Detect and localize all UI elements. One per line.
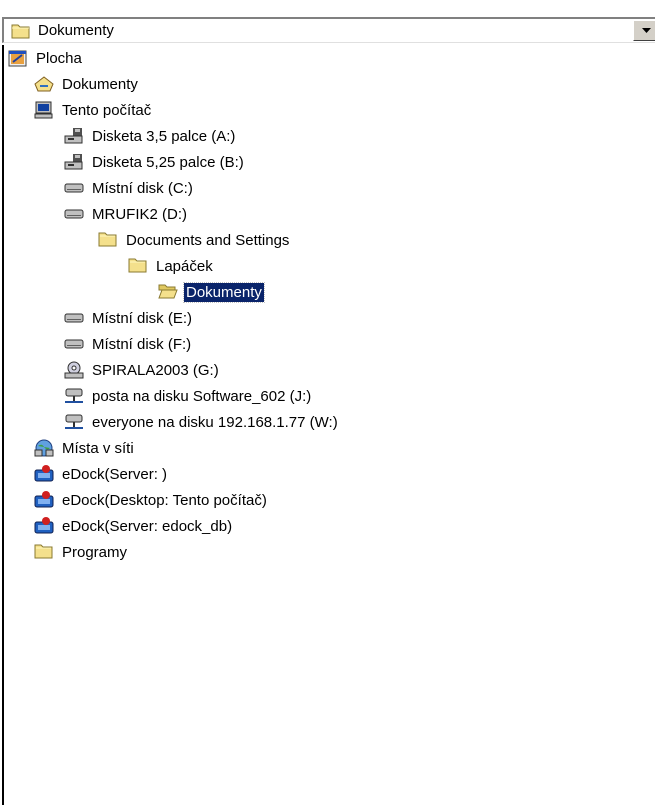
list-item-network-w[interactable]: everyone na disku 192.168.1.77 (W:) [64,409,340,435]
list-item-tento-pocitac[interactable]: Tento počítač [34,97,153,123]
hard-disk-icon [64,204,84,224]
list-item-disketa-b[interactable]: Disketa 5,25 palce (B:) [64,149,246,175]
item-label: everyone na disku 192.168.1.77 (W:) [92,413,338,431]
item-label: Lapáček [156,257,213,275]
my-documents-icon [34,74,54,94]
list-item-programy[interactable]: Programy [34,539,129,565]
list-item-dokumenty-selected[interactable]: Dokumenty [158,279,265,305]
list-item-disk-c[interactable]: Místní disk (C:) [64,175,195,201]
item-label: Disketa 5,25 palce (B:) [92,153,244,171]
edock-icon [34,516,54,536]
folder-dropdown-list: Plocha Dokumenty Tento počítač Disketa 3… [2,45,655,805]
list-item-edock-server[interactable]: eDock(Server: ) [34,461,169,487]
chevron-down-icon [642,28,651,33]
item-label: posta na disku Software_602 (J:) [92,387,312,405]
list-item-edock-db[interactable]: eDock(Server: edock_db) [34,513,234,539]
item-label: Místní disk (F:) [92,335,192,353]
item-label: eDock(Desktop: Tento počítač) [62,491,267,509]
open-folder-icon [158,282,178,302]
list-item-lapacek[interactable]: Lapáček [128,253,215,279]
computer-icon [34,100,54,120]
item-label: Místní disk (C:) [92,179,193,197]
desktop-icon [8,48,28,68]
network-places-icon [34,438,54,458]
network-drive-icon [64,412,84,432]
cd-drive-icon [64,360,84,380]
item-label: eDock(Server: edock_db) [62,517,233,535]
list-item-disk-f[interactable]: Místní disk (F:) [64,331,193,357]
list-item-mista-v-siti[interactable]: Místa v síti [34,435,136,461]
item-label: Plocha [36,49,82,67]
list-item-disk-d[interactable]: MRUFIK2 (D:) [64,201,189,227]
dropdown-button[interactable] [633,20,655,41]
item-label: Tento počítač [62,101,152,119]
folder-icon [98,230,118,250]
list-item-documents-and-settings[interactable]: Documents and Settings [98,227,291,253]
folder-icon [11,22,31,44]
item-label: Documents and Settings [126,231,290,249]
folder-icon [128,256,148,276]
list-item-plocha[interactable]: Plocha [8,45,84,71]
list-item-edock-desktop[interactable]: eDock(Desktop: Tento počítač) [34,487,269,513]
item-label: Dokumenty [62,75,138,93]
list-item-disk-e[interactable]: Místní disk (E:) [64,305,194,331]
combobox-value: Dokumenty [38,22,114,39]
folder-icon [34,542,54,562]
list-item-network-j[interactable]: posta na disku Software_602 (J:) [64,383,313,409]
item-label: Dokumenty [183,281,265,303]
hard-disk-icon [64,178,84,198]
item-label: Místní disk (E:) [92,309,193,327]
floppy-drive-icon [64,152,84,172]
edock-icon [34,490,54,510]
item-label: Disketa 3,5 palce (A:) [92,127,236,145]
item-label: MRUFIK2 (D:) [92,205,187,223]
list-item-dokumenty[interactable]: Dokumenty [34,71,140,97]
floppy-drive-icon [64,126,84,146]
list-item-cd-g[interactable]: SPIRALA2003 (G:) [64,357,221,383]
network-drive-icon [64,386,84,406]
list-item-disketa-a[interactable]: Disketa 3,5 palce (A:) [64,123,237,149]
hard-disk-icon [64,334,84,354]
hard-disk-icon [64,308,84,328]
edock-icon [34,464,54,484]
location-combobox[interactable]: Dokumenty [2,17,655,43]
item-label: Místa v síti [62,439,134,457]
item-label: SPIRALA2003 (G:) [92,361,219,379]
item-label: Programy [62,543,128,561]
item-label: eDock(Server: ) [62,465,168,483]
